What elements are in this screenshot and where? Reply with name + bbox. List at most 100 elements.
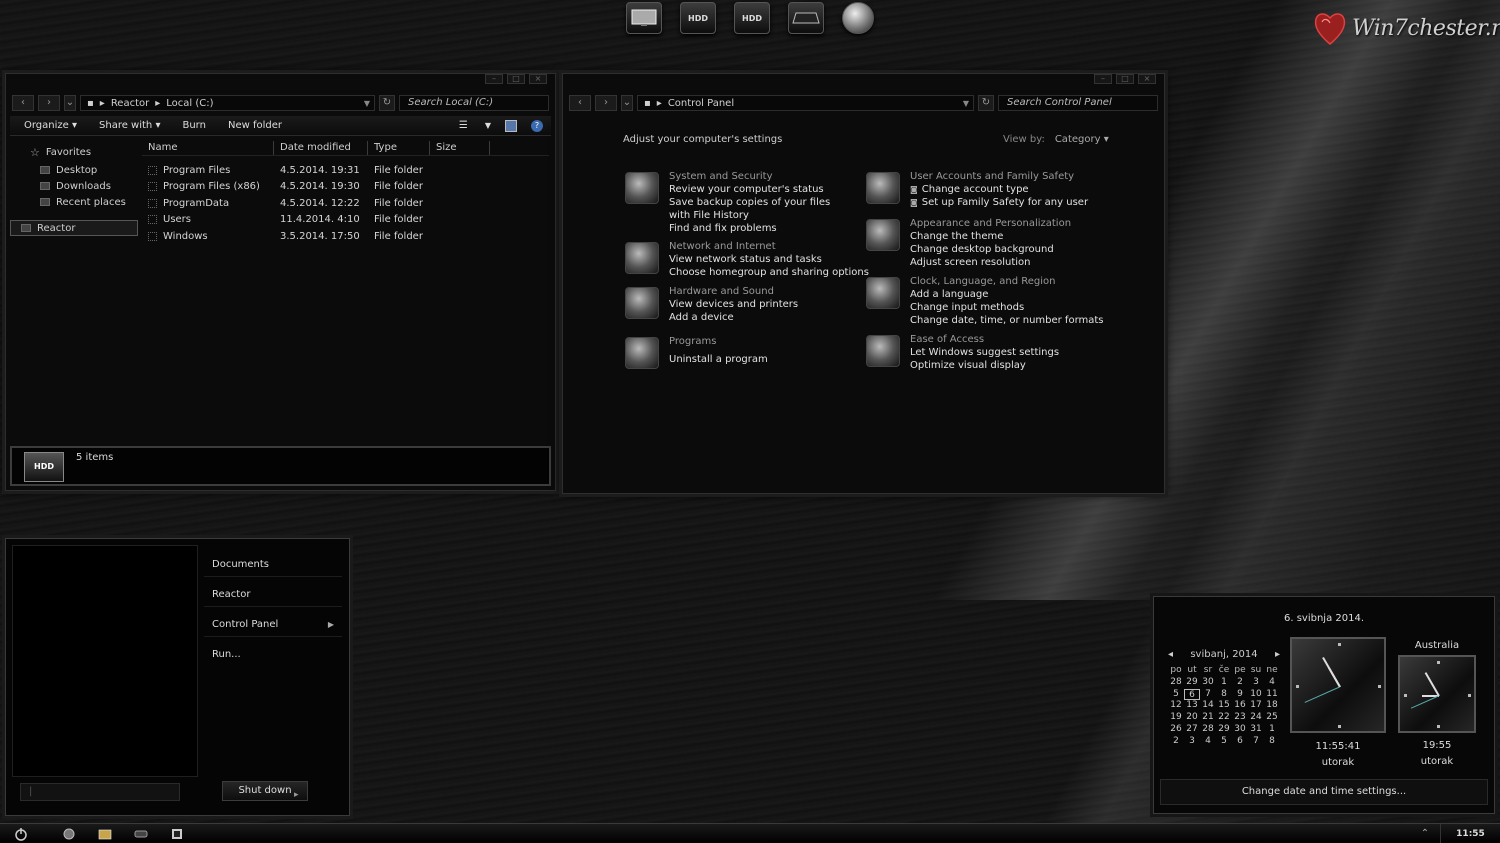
recent-dropdown-icon[interactable]: ⌄ — [621, 95, 633, 111]
category-title[interactable]: User Accounts and Family Safety — [910, 170, 1088, 183]
table-row[interactable]: Users 11.4.2014. 4:10 File folder — [142, 212, 549, 229]
calendar-day[interactable]: 11 — [1264, 689, 1280, 701]
calendar-day[interactable]: 5 — [1168, 689, 1184, 701]
calendar-day[interactable]: 2 — [1232, 677, 1248, 689]
next-month-icon[interactable]: ▸ — [1275, 649, 1280, 660]
category-title[interactable]: Network and Internet — [669, 240, 869, 253]
back-button[interactable]: ‹ — [12, 95, 34, 111]
calendar-day[interactable]: 3 — [1184, 736, 1200, 748]
appearance-icon[interactable] — [866, 219, 900, 251]
maximize-button[interactable]: □ — [507, 74, 525, 84]
calendar-day[interactable]: 29 — [1184, 677, 1200, 689]
calendar-day[interactable]: 8 — [1216, 689, 1232, 701]
calendar-day[interactable]: 30 — [1232, 724, 1248, 736]
category-title[interactable]: System and Security — [669, 170, 849, 183]
address-bar[interactable]: ▪ ▸ Control Panel ▼ — [637, 95, 974, 111]
search-input[interactable]: Search Local (C:) — [399, 95, 549, 111]
recent-dropdown-icon[interactable]: ⌄ — [64, 95, 76, 111]
calendar-day[interactable]: 17 — [1248, 700, 1264, 712]
category-link[interactable]: Let Windows suggest settings — [910, 346, 1059, 359]
back-button[interactable]: ‹ — [569, 95, 591, 111]
minimize-button[interactable]: – — [1094, 74, 1112, 84]
calendar-day[interactable]: 26 — [1168, 724, 1184, 736]
help-icon[interactable]: ? — [531, 119, 543, 132]
calendar-day[interactable]: 5 — [1216, 736, 1232, 748]
column-type[interactable]: Type — [368, 140, 430, 155]
folder-icon[interactable] — [94, 826, 116, 842]
preview-pane-icon[interactable] — [505, 119, 517, 132]
hdd-icon[interactable]: HDD — [680, 2, 716, 34]
calendar-day[interactable]: 8 — [1264, 736, 1280, 748]
refresh-icon[interactable]: ↻ — [978, 95, 994, 111]
forward-button[interactable]: › — [595, 95, 617, 111]
show-hidden-icons[interactable]: ⌃ — [1410, 828, 1440, 839]
monitor-icon[interactable] — [626, 2, 662, 34]
category-title[interactable]: Ease of Access — [910, 333, 1059, 346]
column-date[interactable]: Date modified — [274, 140, 368, 155]
calendar-day[interactable]: 25 — [1264, 712, 1280, 724]
close-button[interactable]: × — [1138, 74, 1156, 84]
calendar-day[interactable]: 6 — [1232, 736, 1248, 748]
calendar-day[interactable]: 7 — [1248, 736, 1264, 748]
category-title[interactable]: Clock, Language, and Region — [910, 275, 1104, 288]
start-item-reactor[interactable]: Reactor — [204, 577, 342, 607]
category-link[interactable]: Set up Family Safety for any user — [910, 196, 1088, 209]
hdd-icon[interactable]: HDD — [734, 2, 770, 34]
globe-icon[interactable] — [842, 2, 874, 34]
calendar-day[interactable]: 22 — [1216, 712, 1232, 724]
burn-button[interactable]: Burn — [182, 120, 205, 131]
calendar-day[interactable]: 24 — [1248, 712, 1264, 724]
search-input[interactable]: Search Control Panel — [998, 95, 1158, 111]
nav-desktop[interactable]: Desktop — [10, 162, 138, 178]
calendar-day[interactable]: 4 — [1264, 677, 1280, 689]
hardware-sound-icon[interactable] — [625, 287, 659, 319]
network-icon[interactable] — [625, 242, 659, 274]
system-security-icon[interactable] — [625, 172, 659, 204]
category-link[interactable]: View network status and tasks — [669, 253, 869, 266]
calendar-day[interactable]: 28 — [1200, 724, 1216, 736]
category-link[interactable]: Optimize visual display — [910, 359, 1059, 372]
app-icon[interactable] — [166, 826, 188, 842]
calendar-day[interactable]: 28 — [1168, 677, 1184, 689]
table-row[interactable]: Program Files 4.5.2014. 19:31 File folde… — [142, 162, 549, 179]
category-link[interactable]: Review your computer's status — [669, 183, 849, 196]
start-search-input[interactable]: | — [20, 783, 180, 801]
taskbar-clock[interactable]: 11:55 — [1440, 823, 1500, 843]
close-button[interactable]: × — [529, 74, 547, 84]
calendar-day[interactable]: 13 — [1184, 700, 1200, 712]
prev-month-icon[interactable]: ◂ — [1168, 649, 1173, 660]
category-title[interactable]: Appearance and Personalization — [910, 217, 1071, 230]
calendar-day[interactable]: 27 — [1184, 724, 1200, 736]
drive-icon[interactable] — [788, 2, 824, 34]
organize-button[interactable]: Organize ▾ — [24, 120, 77, 131]
address-bar[interactable]: ▪ ▸ Reactor ▸ Local (C:) ▼ — [80, 95, 375, 111]
start-item-run[interactable]: Run... — [204, 637, 342, 667]
minimize-button[interactable]: – — [485, 74, 503, 84]
calendar-day[interactable]: 16 — [1232, 700, 1248, 712]
calendar-day[interactable]: 18 — [1264, 700, 1280, 712]
breadcrumb-item[interactable]: Reactor — [111, 98, 149, 109]
table-row[interactable]: ProgramData 4.5.2014. 12:22 File folder — [142, 195, 549, 212]
category-link[interactable]: Uninstall a program — [669, 353, 768, 366]
calendar-day[interactable]: 2 — [1168, 736, 1184, 748]
user-accounts-icon[interactable] — [866, 172, 900, 204]
category-title[interactable]: Programs — [669, 335, 768, 348]
calendar-day[interactable]: 1 — [1216, 677, 1232, 689]
chevron-down-icon[interactable]: ▼ — [364, 99, 370, 108]
category-link[interactable]: Change date, time, or number formats — [910, 314, 1104, 327]
clock-language-icon[interactable] — [866, 277, 900, 309]
nav-recent-places[interactable]: Recent places — [10, 194, 138, 210]
forward-button[interactable]: › — [38, 95, 60, 111]
calendar-day[interactable]: 30 — [1200, 677, 1216, 689]
shutdown-options-icon[interactable]: ▸ — [294, 790, 299, 800]
category-link[interactable]: Change desktop background — [910, 243, 1071, 256]
share-with-button[interactable]: Share with ▾ — [99, 120, 160, 131]
start-item-documents[interactable]: Documents — [204, 547, 342, 577]
column-name[interactable]: Name — [142, 140, 274, 155]
programs-icon[interactable] — [625, 337, 659, 369]
calendar-day[interactable]: 4 — [1200, 736, 1216, 748]
change-date-time-link[interactable]: Change date and time settings... — [1160, 779, 1488, 805]
category-link[interactable]: Add a language — [910, 288, 1104, 301]
category-link[interactable]: Change the theme — [910, 230, 1071, 243]
calendar-day[interactable]: 3 — [1248, 677, 1264, 689]
